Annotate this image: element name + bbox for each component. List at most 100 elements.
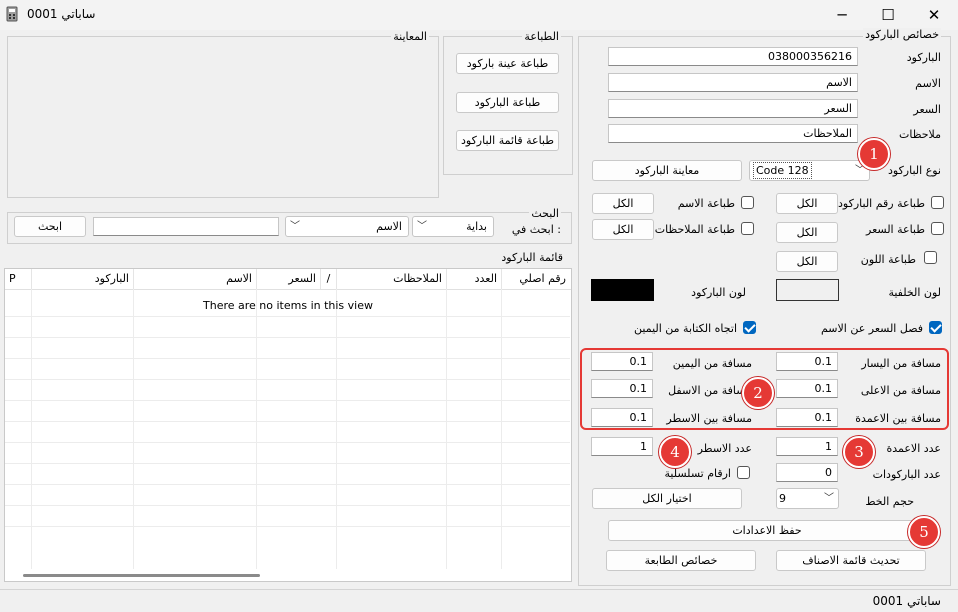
column-spacing-input[interactable]: 0.1 [776,408,838,427]
margin-bottom-input[interactable]: 0.1 [591,379,653,398]
search-field-select[interactable]: ﹀ الاسم [285,216,409,237]
price-input[interactable]: السعر [608,99,858,118]
window-title: ساباتي 0001 [27,7,96,21]
column-header-name[interactable]: الاسم [133,269,256,289]
background-color-label: لون الخلفية [888,286,941,299]
app-icon [6,6,18,22]
maximize-icon: ☐ [881,6,895,24]
search-button[interactable]: ابحث [14,216,86,237]
separate-price-label: فصل السعر عن الاسم [820,322,923,335]
rows-count-input[interactable]: 1 [591,437,653,456]
margin-top-input[interactable]: 0.1 [776,379,838,398]
print-barcode-number-checkbox[interactable] [931,196,944,209]
empty-list-message: There are no items in this view [203,299,373,312]
margin-right-label: مسافة من اليمين [672,357,752,370]
rtl-direction-checkbox[interactable] [743,321,756,334]
column-header-p[interactable]: P [5,269,31,289]
title-bar: ساباتي 0001 ─ ☐ ✕ [0,0,958,30]
rtl-direction-label: اتجاه الكتابة من اليمين [634,322,737,335]
minimize-button[interactable]: ─ [819,0,865,30]
price-all-button[interactable]: الكل [776,222,838,243]
close-icon: ✕ [927,6,941,24]
refresh-items-button[interactable]: تحديث قائمة الاصناف [776,550,926,571]
margin-left-input[interactable]: 0.1 [776,352,838,371]
barcode-list-view[interactable]: رقم اصلي العدد الملاحظات / السعر الاسم ا… [4,268,572,582]
notes-input[interactable]: الملاحظات [608,124,858,143]
row-spacing-label: مسافة بين الاسطر [666,412,752,425]
column-header-price[interactable]: السعر [256,269,320,289]
barcode-label: الباركود [906,51,941,64]
barcode-type-value: Code 128 [753,162,812,179]
margin-right-input[interactable]: 0.1 [591,352,653,371]
print-notes-checkbox[interactable] [741,222,754,235]
horizontal-scrollbar[interactable] [23,574,260,577]
separate-price-checkbox[interactable] [929,321,942,334]
print-price-checkbox[interactable] [931,222,944,235]
barcode-count-label: عدد الباركودات [872,468,941,481]
column-header-original-number[interactable]: رقم اصلي [501,269,570,289]
column-header-count[interactable]: العدد [446,269,501,289]
price-label: السعر [913,103,941,116]
barcode-input[interactable]: 038000356216 [608,47,858,66]
print-sample-button[interactable]: طباعة عينة باركود [456,53,559,74]
printer-properties-button[interactable]: خصائص الطابعة [606,550,756,571]
print-color-label: طباعة اللون [860,253,916,266]
name-input[interactable]: الاسم [608,73,858,92]
maximize-button[interactable]: ☐ [865,0,911,30]
preview-group [7,36,439,198]
barcode-number-all-button[interactable]: الكل [776,193,838,214]
name-label: الاسم [915,77,941,90]
barcode-color-swatch[interactable] [591,279,654,301]
chevron-down-icon: ﹀ [417,221,427,232]
column-header-barcode[interactable]: الباركود [31,269,133,289]
notes-all-button[interactable]: الكل [592,219,654,240]
barcode-type-label: نوع الباركود [887,164,941,177]
print-name-checkbox[interactable] [741,196,754,209]
background-color-swatch[interactable] [776,279,839,301]
color-all-button[interactable]: الكل [776,251,838,272]
print-notes-label: طباعة الملاحظات [654,223,735,236]
barcode-properties-title: خصائص الباركود [863,28,941,41]
save-settings-button[interactable]: حفظ الاعدادات [608,520,926,541]
margin-left-label: مسافة من اليسار [861,357,941,370]
minimize-icon: ─ [837,6,847,24]
print-barcode-list-button[interactable]: طباعة قائمة الباركود [456,130,559,151]
status-text: ساباتي 0001 [872,594,941,608]
search-input[interactable] [93,217,279,236]
search-mode-select[interactable]: ﹀ بداية [412,216,494,237]
notes-label: ملاحظات [899,128,941,141]
column-header-notes[interactable]: الملاحظات [336,269,446,289]
select-all-button[interactable]: اختيار الكل [592,488,742,509]
print-color-checkbox[interactable] [924,251,937,264]
barcode-type-select[interactable]: Code 128 ﹀ [749,160,870,181]
status-bar: ساباتي 0001 [0,589,958,612]
annotation-badge-3: 3 [843,436,875,468]
preview-title: المعاينة [391,30,429,43]
name-all-button[interactable]: الكل [592,193,654,214]
print-barcode-button[interactable]: طباعة الباركود [456,92,559,113]
margin-top-label: مسافة من الاعلى [860,384,941,397]
row-spacing-input[interactable]: 0.1 [591,408,653,427]
font-size-select[interactable]: 9 ﹀ [776,488,839,509]
close-button[interactable]: ✕ [911,0,957,30]
font-size-value: 9 [779,492,786,505]
preview-barcode-button[interactable]: معاينة الباركود [592,160,742,181]
barcode-color-label: لون الباركود [691,286,746,299]
annotation-badge-5: 5 [908,516,940,548]
print-barcode-number-label: طباعة رقم الباركود [838,197,925,210]
rows-count-label: عدد الاسطر [697,442,752,455]
column-header-slash[interactable]: / [320,269,336,289]
margin-bottom-label: مسافة من الاسفل [668,384,752,397]
columns-count-input[interactable]: 1 [776,437,838,456]
serial-numbers-label: ارقام تسلسلية [664,467,731,480]
columns-count-label: عدد الاعمدة [886,442,941,455]
print-name-label: طباعة الاسم [677,197,735,210]
chevron-down-icon: ﹀ [824,493,834,504]
serial-numbers-checkbox[interactable] [737,466,750,479]
barcode-list-title: قائمة الباركود [499,251,565,264]
barcode-count-input[interactable]: 0 [776,463,838,482]
search-field-value: الاسم [376,220,402,233]
printing-title: الطباعة [522,30,561,43]
list-header: رقم اصلي العدد الملاحظات / السعر الاسم ا… [5,269,571,290]
search-title: البحث [529,207,561,220]
